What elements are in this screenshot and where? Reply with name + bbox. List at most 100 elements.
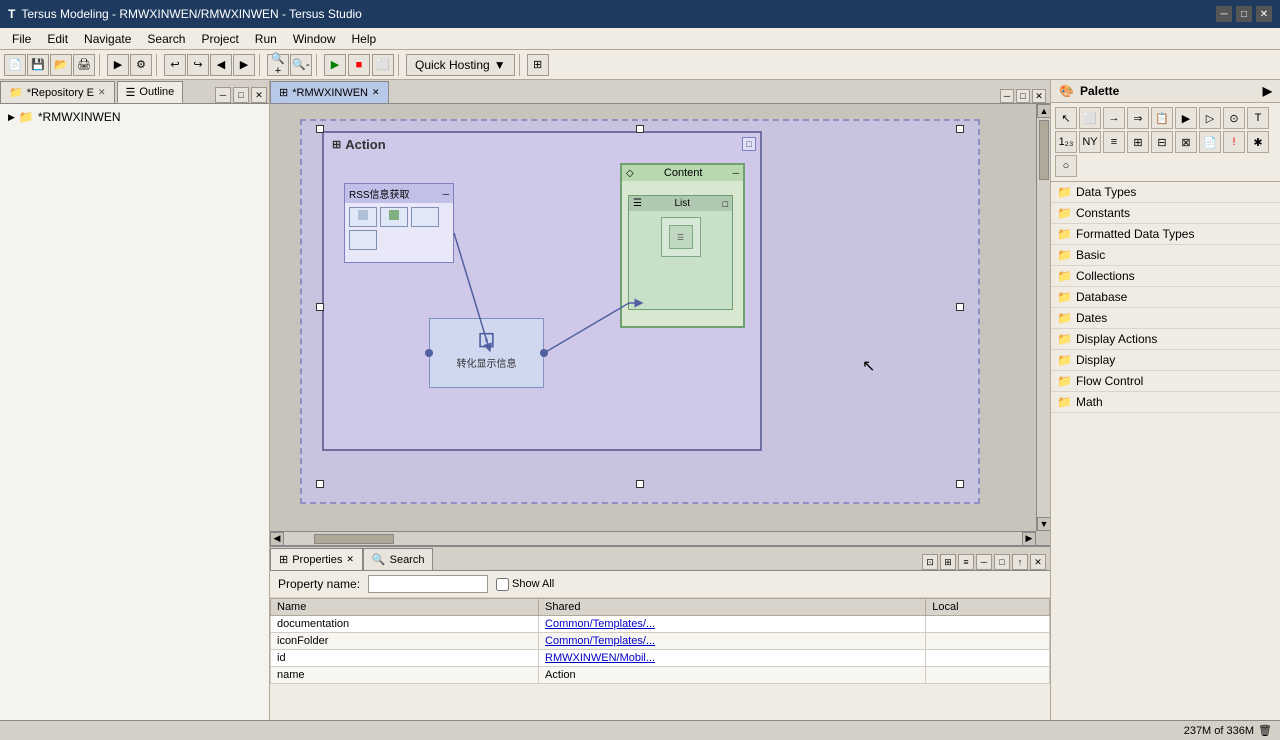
bottom-panel-restore[interactable]: □ — [994, 554, 1010, 570]
palette-run-tool[interactable]: ▶ — [1175, 107, 1197, 129]
vscroll-thumb[interactable] — [1039, 120, 1049, 180]
toolbar-print-btn[interactable]: 🖨 — [73, 54, 95, 76]
transform-block[interactable]: ⊡ 转化显示信息 — [429, 318, 544, 388]
minimize-button[interactable]: ─ — [1216, 6, 1232, 22]
bottom-tab-search[interactable]: 🔍 Search — [363, 548, 434, 570]
palette-category-data-types[interactable]: 📁Data Types — [1051, 182, 1280, 203]
tab-outline[interactable]: ☰ Outline — [117, 81, 184, 103]
palette-error-tool[interactable]: ! — [1223, 131, 1245, 153]
palette-flow-tool[interactable]: ⇒ — [1127, 107, 1149, 129]
bottom-panel-btn3[interactable]: ≡ — [958, 554, 974, 570]
menu-edit[interactable]: Edit — [39, 30, 76, 48]
menu-help[interactable]: Help — [344, 30, 385, 48]
palette-doc-tool[interactable]: 📄 — [1199, 131, 1221, 153]
palette-category-database[interactable]: 📁Database — [1051, 287, 1280, 308]
palette-category-display[interactable]: 📁Display — [1051, 350, 1280, 371]
palette-category-flow-control[interactable]: 📁Flow Control — [1051, 371, 1280, 392]
tab-repository-close[interactable]: ✕ — [98, 87, 106, 98]
palette-table-tool[interactable]: ⊞ — [1127, 131, 1149, 153]
palette-grid-tool[interactable]: ⊠ — [1175, 131, 1197, 153]
prop-shared-cell[interactable]: Common/Templates/... — [539, 633, 926, 650]
editor-tab-rmwxinwen[interactable]: ⊞ *RMWXINWEN ✕ — [270, 81, 389, 103]
palette-circle-tool[interactable]: ○ — [1055, 155, 1077, 177]
palette-debug-tool[interactable]: ⊙ — [1223, 107, 1245, 129]
show-all-checkbox[interactable] — [496, 578, 509, 591]
vscroll-up-btn[interactable]: ▲ — [1037, 104, 1050, 118]
toolbar-forward-btn[interactable]: ▶ — [233, 54, 255, 76]
toolbar-debug-btn[interactable]: ⬜ — [372, 54, 394, 76]
quick-hosting-button[interactable]: Quick Hosting ▼ — [406, 54, 515, 76]
bottom-panel-maximize[interactable]: ↑ — [1012, 554, 1028, 570]
menu-file[interactable]: File — [4, 30, 39, 48]
property-name-input[interactable] — [368, 575, 488, 593]
editor-tab-close[interactable]: ✕ — [372, 87, 380, 98]
toolbar-save-btn[interactable]: 💾 — [27, 54, 49, 76]
palette-category-math[interactable]: 📁Math — [1051, 392, 1280, 413]
bottom-panel-close[interactable]: ✕ — [1030, 554, 1046, 570]
bottom-panel-btn2[interactable]: ⊞ — [940, 554, 956, 570]
palette-category-collections[interactable]: 📁Collections — [1051, 266, 1280, 287]
list-maximize[interactable]: □ — [723, 199, 728, 209]
palette-step-tool[interactable]: ▷ — [1199, 107, 1221, 129]
toolbar-redo-btn[interactable]: ↪ — [187, 54, 209, 76]
handle-mr[interactable] — [956, 303, 964, 311]
toolbar-run-btn[interactable]: ▶ — [107, 54, 129, 76]
action-block[interactable]: ⊞ Action □ RSS信息获取 ─ — [322, 131, 762, 451]
prop-shared-cell[interactable]: RMWXINWEN/Mobil... — [539, 650, 926, 667]
left-panel-close-btn[interactable]: ✕ — [251, 87, 267, 103]
rss-minimize-icon[interactable]: ─ — [443, 189, 449, 199]
toolbar-stop-btn[interactable]: ■ — [348, 54, 370, 76]
toolbar-new-btn[interactable]: 📄 — [4, 54, 26, 76]
canvas-hscrollbar[interactable]: ◀ ▶ — [270, 531, 1036, 545]
palette-date-tool[interactable]: NY — [1079, 131, 1101, 153]
menu-project[interactable]: Project — [193, 30, 246, 48]
palette-rect-tool[interactable]: ⬜ — [1079, 107, 1101, 129]
action-block-maximize[interactable]: □ — [742, 137, 756, 151]
handle-bc[interactable] — [636, 480, 644, 488]
canvas-vscrollbar[interactable]: ▲ ▼ — [1036, 104, 1050, 531]
toolbar-extra-btn[interactable]: ⊞ — [527, 54, 549, 76]
palette-expand-btn[interactable]: ▶ — [1263, 84, 1272, 98]
content-block[interactable]: ◇ Content ─ ☰ List □ — [620, 163, 745, 328]
palette-tree-tool[interactable]: ⊟ — [1151, 131, 1173, 153]
close-button[interactable]: ✕ — [1256, 6, 1272, 22]
handle-bl[interactable] — [316, 480, 324, 488]
toolbar-undo-btn[interactable]: ↩ — [164, 54, 186, 76]
menu-navigate[interactable]: Navigate — [76, 30, 139, 48]
trash-icon[interactable]: 🗑 — [1258, 724, 1272, 737]
toolbar-zoomin-btn[interactable]: 🔍+ — [267, 54, 289, 76]
palette-category-dates[interactable]: 📁Dates — [1051, 308, 1280, 329]
palette-arrow-tool[interactable]: → — [1103, 107, 1125, 129]
toolbar-open-btn[interactable]: 📂 — [50, 54, 72, 76]
hscroll-left-btn[interactable]: ◀ — [270, 532, 284, 546]
bottom-panel-minimize[interactable]: ─ — [976, 554, 992, 570]
handle-br[interactable] — [956, 480, 964, 488]
toolbar-zoomout-btn[interactable]: 🔍- — [290, 54, 312, 76]
left-panel-minimize-btn[interactable]: ─ — [215, 87, 231, 103]
palette-text-tool[interactable]: T — [1247, 107, 1269, 129]
menu-window[interactable]: Window — [285, 30, 344, 48]
bottom-tab-properties-close[interactable]: ✕ — [346, 554, 354, 565]
hscroll-thumb[interactable] — [314, 534, 394, 544]
handle-tr[interactable] — [956, 125, 964, 133]
bottom-panel-btn1[interactable]: ⊡ — [922, 554, 938, 570]
palette-num-tool[interactable]: 1₂₃ — [1055, 131, 1077, 153]
list-block[interactable]: ☰ List □ ☰ — [628, 195, 733, 310]
palette-category-basic[interactable]: 📁Basic — [1051, 245, 1280, 266]
palette-category-formatted-data-types[interactable]: 📁Formatted Data Types — [1051, 224, 1280, 245]
bottom-tab-properties[interactable]: ⊞ Properties ✕ — [270, 548, 363, 570]
vscroll-down-btn[interactable]: ▼ — [1037, 517, 1050, 531]
toolbar-play-btn[interactable]: ▶ — [324, 54, 346, 76]
tree-item-rmwxinwen[interactable]: ▶ 📁 *RMWXINWEN — [4, 108, 265, 126]
toolbar-settings-btn[interactable]: ⚙ — [130, 54, 152, 76]
diagram-canvas[interactable]: ⊞ Action □ RSS信息获取 ─ — [300, 119, 980, 504]
toolbar-back-btn[interactable]: ◀ — [210, 54, 232, 76]
prop-shared-cell[interactable]: Common/Templates/... — [539, 616, 926, 633]
editor-maximize-btn[interactable]: □ — [1016, 89, 1030, 103]
titlebar-controls[interactable]: ─ □ ✕ — [1216, 6, 1272, 22]
tab-repository[interactable]: 📁 *Repository E ✕ — [0, 81, 115, 103]
canvas-scroll-container[interactable]: ⊞ Action □ RSS信息获取 ─ — [270, 104, 1050, 545]
left-panel-restore-btn[interactable]: □ — [233, 87, 249, 103]
palette-category-constants[interactable]: 📁Constants — [1051, 203, 1280, 224]
content-minimize[interactable]: ─ — [733, 168, 739, 178]
